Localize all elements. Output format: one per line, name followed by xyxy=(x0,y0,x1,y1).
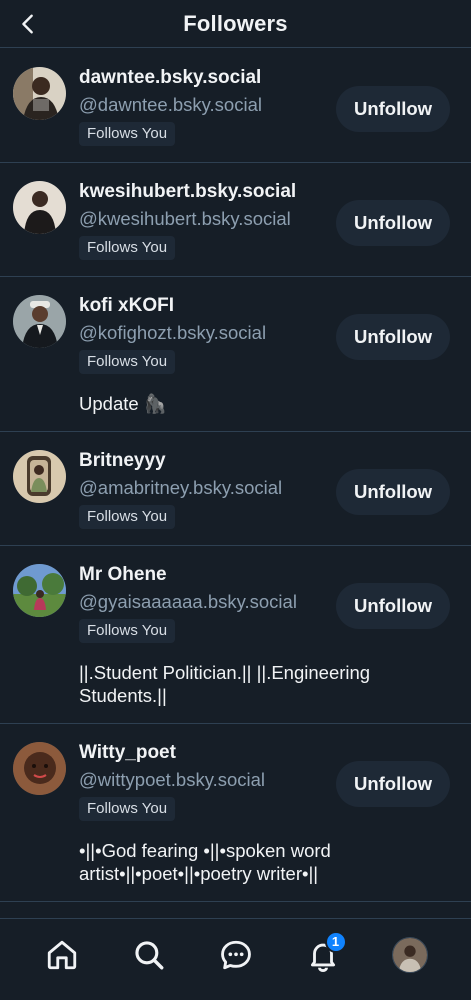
search-icon xyxy=(134,940,163,969)
unfollow-button[interactable]: Unfollow xyxy=(336,583,450,629)
app: Followers dawntee.bsky.social @dawntee.b… xyxy=(0,0,471,1000)
follows-you-badge: Follows You xyxy=(79,797,176,821)
unfollow-button[interactable]: Unfollow xyxy=(336,469,450,515)
avatar[interactable] xyxy=(13,181,66,234)
bio: Update 🦍 xyxy=(79,393,167,414)
avatar[interactable] xyxy=(13,742,66,795)
follower-row[interactable]: Witty_poet @wittypoet.bsky.social Follow… xyxy=(0,724,471,902)
nav-notifications[interactable]: 1 xyxy=(301,930,347,977)
unfollow-button[interactable]: Unfollow xyxy=(336,200,450,246)
avatar[interactable] xyxy=(13,450,66,503)
followers-list: dawntee.bsky.social @dawntee.bsky.social… xyxy=(0,49,471,902)
chat-icon xyxy=(220,940,251,969)
nav-chat[interactable] xyxy=(214,933,258,977)
unfollow-button[interactable]: Unfollow xyxy=(336,86,450,132)
home-icon xyxy=(47,940,76,969)
top-bar: Followers xyxy=(0,0,471,48)
follows-you-badge: Follows You xyxy=(79,236,176,260)
follows-you-badge: Follows You xyxy=(79,505,176,529)
follower-row[interactable]: kofi xKOFI @kofighozt.bsky.social Follow… xyxy=(0,277,471,432)
chevron-left-icon xyxy=(22,14,33,34)
follows-you-badge: Follows You xyxy=(79,122,176,146)
back-button[interactable] xyxy=(10,6,46,42)
avatar[interactable] xyxy=(13,564,66,617)
follows-you-badge: Follows You xyxy=(79,619,176,643)
notification-count-badge: 1 xyxy=(324,930,347,953)
follower-row[interactable]: dawntee.bsky.social @dawntee.bsky.social… xyxy=(0,49,471,163)
bottom-nav: 1 xyxy=(0,918,471,1000)
follower-row[interactable]: kwesihubert.bsky.social @kwesihubert.bsk… xyxy=(0,163,471,277)
bio: •||•God fearing •||•spoken word artist•|… xyxy=(79,840,331,884)
profile-avatar xyxy=(391,936,428,973)
page-title: Followers xyxy=(183,10,288,36)
follower-row[interactable]: Mr Ohene @gyaisaaaaaa.bsky.social Follow… xyxy=(0,546,471,724)
nav-home[interactable] xyxy=(40,933,84,977)
unfollow-button[interactable]: Unfollow xyxy=(336,314,450,360)
bio: ||.Student Politician.|| ||.Engineering … xyxy=(79,662,371,706)
unfollow-button[interactable]: Unfollow xyxy=(336,761,450,807)
nav-search[interactable] xyxy=(127,933,171,977)
follows-you-badge: Follows You xyxy=(79,350,176,374)
avatar[interactable] xyxy=(13,295,66,348)
follower-row[interactable]: Britneyyy @amabritney.bsky.social Follow… xyxy=(0,432,471,546)
nav-profile[interactable] xyxy=(388,933,432,977)
avatar[interactable] xyxy=(13,67,66,120)
